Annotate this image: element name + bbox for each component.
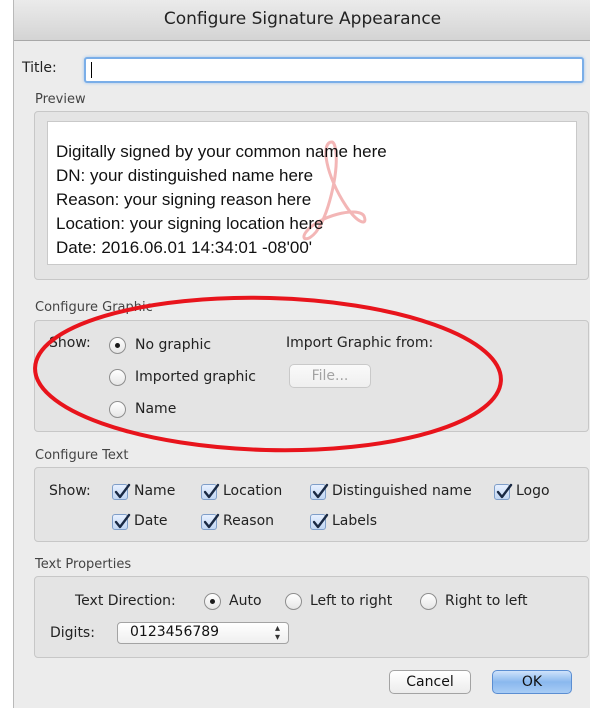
- annotation-ellipse: [33, 295, 503, 453]
